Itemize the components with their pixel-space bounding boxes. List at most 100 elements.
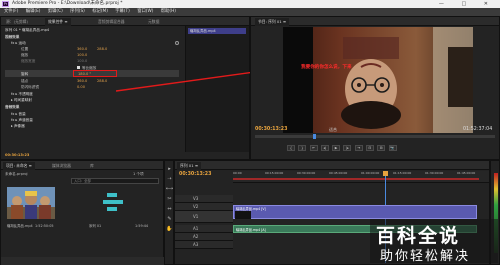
- track-header-v3[interactable]: V3: [175, 195, 233, 203]
- program-timecode[interactable]: 00:30:13:23: [255, 127, 287, 132]
- window-controls[interactable]: — □ ✕: [439, 0, 496, 8]
- play-button[interactable]: ▶: [332, 145, 341, 151]
- window-title: Adobe Premiere Pro - E:\Download\未命名.prp…: [12, 1, 123, 6]
- ruler-label: 00:45:00:00: [329, 171, 348, 175]
- mini-clip-bar: 瞎胡乱弄品.mp4: [188, 28, 246, 34]
- antiflicker-value[interactable]: 0.00: [77, 84, 85, 90]
- track-header-v2[interactable]: V2: [175, 203, 233, 211]
- tab-sequence[interactable]: 序列 01 ≡: [177, 162, 202, 170]
- menu-bar: 文件(F) 编辑(E) 剪辑(C) 序列(S) 标记(M) 字幕(T) 窗口(W…: [0, 8, 500, 16]
- track-header-a3[interactable]: A3: [175, 241, 233, 249]
- menu-sequence[interactable]: 序列(S): [70, 9, 85, 14]
- fit-dropdown[interactable]: 适合: [329, 127, 337, 133]
- ruler-label: 00:15:00:00: [265, 171, 284, 175]
- slip-tool-icon[interactable]: ⇔: [166, 205, 174, 213]
- program-tabs: 节目: 序列 01 ≡: [251, 17, 499, 26]
- playhead-marker-icon[interactable]: [313, 134, 316, 139]
- antiflicker-label: 防闪烁滤镜: [21, 85, 39, 89]
- timeline-timecode[interactable]: 00:30:13:23: [179, 172, 211, 177]
- menu-help[interactable]: 帮助(H): [161, 9, 176, 14]
- menu-marker[interactable]: 标记(M): [92, 9, 108, 14]
- mark-in-button[interactable]: {: [287, 145, 295, 151]
- selection-tool-icon[interactable]: ▸: [166, 165, 174, 173]
- timeline-tabs: 序列 01 ≡: [175, 161, 489, 170]
- track-header-a2[interactable]: A2: [175, 233, 233, 241]
- program-monitor-panel: 节目: 序列 01 ≡ 我要你的你怎么说，下来 00:30:13:23 适合 0…: [250, 16, 500, 160]
- pen-tool-icon[interactable]: ✎: [166, 215, 174, 223]
- anchor-y-value[interactable]: 288.0: [97, 78, 107, 84]
- ruler-label: 01:45:00:00: [457, 171, 476, 175]
- position-y-value[interactable]: 288.0: [97, 46, 107, 52]
- subtitle-overlay: 我要你的你怎么说，下来: [301, 65, 352, 70]
- menu-window[interactable]: 窗口(W): [137, 9, 153, 14]
- menu-edit[interactable]: 编辑(E): [26, 9, 41, 14]
- panner-effect[interactable]: ▸ 声像器: [11, 123, 25, 129]
- tab-effect-controls[interactable]: 效果控件 ≡: [45, 18, 71, 26]
- effect-panel-timecode[interactable]: 00:30:13:23: [5, 152, 29, 158]
- tab-source[interactable]: 源：(无剪辑): [3, 18, 31, 26]
- project-search-input[interactable]: 入口：全部: [71, 178, 159, 184]
- transport-controls: { } ⇤ ◂| ▶ |▸ ⇥ ⊟ ⊞ 📷: [287, 145, 487, 153]
- clip2-name[interactable]: 序列 01: [89, 223, 101, 229]
- step-back-button[interactable]: ◂|: [320, 145, 329, 151]
- mark-out-button[interactable]: }: [298, 145, 307, 151]
- premiere-logo-icon: Pr: [2, 1, 9, 7]
- time-ruler[interactable]: 00:00 00:15:00:00 00:30:00:00 00:45:00:0…: [233, 171, 489, 183]
- go-to-in-button[interactable]: ⇤: [309, 145, 318, 151]
- playhead-handle-icon[interactable]: [383, 171, 388, 176]
- project-file-name: 未命名.prproj: [5, 172, 28, 176]
- track-label: V1: [193, 214, 199, 219]
- track-header-v1[interactable]: V1: [175, 211, 233, 223]
- project-item-count: 1 个项: [133, 172, 144, 176]
- export-frame-button[interactable]: 📷: [388, 145, 397, 151]
- menu-title[interactable]: 字幕(T): [115, 9, 130, 14]
- scale-width-value: 100.0: [77, 59, 88, 63]
- ruler-label: 01:00:00:00: [361, 171, 380, 175]
- work-area-bar[interactable]: [233, 178, 479, 180]
- track-header-a1[interactable]: A1: [175, 225, 233, 233]
- tab-library[interactable]: 库: [87, 162, 97, 170]
- razor-tool-icon[interactable]: ✂: [166, 195, 174, 203]
- tab-metadata[interactable]: 元数据: [145, 18, 162, 26]
- track-label: V3: [193, 196, 199, 201]
- extract-button[interactable]: ⊞: [377, 145, 386, 151]
- tab-project[interactable]: 项目: 未命名 ≡: [3, 162, 35, 170]
- clip2-duration: 1:59:44: [135, 224, 149, 228]
- track-select-tool-icon[interactable]: ⇢: [166, 175, 174, 183]
- track-label: A2: [193, 234, 199, 239]
- project-panel: 项目: 未命名 ≡ 媒体浏览器 库 未命名.prproj 1 个项 入口：全部 …: [0, 160, 165, 265]
- hand-tool-icon[interactable]: ✋: [166, 225, 174, 233]
- ripple-edit-tool-icon[interactable]: ⟷: [166, 185, 174, 193]
- audio-clip-label: 瞎胡乱弄品.mp4 [A]: [236, 228, 266, 232]
- watermark-title: 百科全说: [376, 225, 461, 247]
- tab-media-browser[interactable]: 媒体浏览器: [49, 162, 74, 170]
- menu-file[interactable]: 文件(F): [4, 9, 18, 14]
- sequence-thumbnail-icon[interactable]: [99, 191, 127, 217]
- clip-thumbnail-image: [7, 187, 55, 219]
- rotation-value[interactable]: 180.0 °: [78, 71, 91, 77]
- reset-icon[interactable]: [175, 41, 179, 45]
- project-tabs: 项目: 未命名 ≡ 媒体浏览器 库: [1, 161, 163, 170]
- ruler-label: 01:30:00:00: [425, 171, 444, 175]
- effect-panel-tabs: 源：(无剪辑) 效果控件 ≡ 音频剪辑混合器 元数据: [1, 17, 249, 26]
- program-duration: 01:52:37:04: [463, 127, 493, 132]
- program-scrubber[interactable]: [255, 134, 495, 139]
- ruler-label: 01:15:00:00: [393, 171, 412, 175]
- go-to-out-button[interactable]: ⇥: [354, 145, 363, 151]
- clip-path: 序列 01 * 瞎胡乱弄品.mp4: [5, 28, 50, 32]
- project-clip-thumbnail[interactable]: [7, 187, 55, 219]
- lift-button[interactable]: ⊟: [365, 145, 374, 151]
- time-remap-effect[interactable]: ▸ 时间重映射: [11, 97, 32, 103]
- video-clip-thumb: [235, 211, 251, 219]
- video-frame-image: [283, 27, 473, 133]
- menu-clip[interactable]: 剪辑(C): [48, 9, 63, 14]
- title-bar: Pr Adobe Premiere Pro - E:\Download\未命名.…: [0, 0, 500, 8]
- tab-audio-mixer[interactable]: 音频剪辑混合器: [95, 18, 128, 26]
- step-forward-button[interactable]: |▸: [343, 145, 352, 151]
- video-clip[interactable]: 瞎胡乱弄品.mp4 [V]: [233, 205, 477, 219]
- tab-program[interactable]: 节目: 序列 01 ≡: [255, 18, 290, 26]
- clip1-duration: 1:52:50:05: [35, 224, 54, 228]
- watermark-subtitle: 助你轻松解决: [380, 249, 471, 264]
- clip1-name[interactable]: 瞎胡乱弄品.mp4: [7, 223, 33, 229]
- program-video-frame[interactable]: 我要你的你怎么说，下来: [283, 27, 473, 133]
